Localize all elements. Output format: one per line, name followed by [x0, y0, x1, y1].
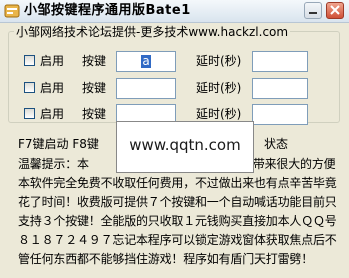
watermark-text: www.qqtn.com	[129, 136, 241, 154]
group-label: 小邹网络技术论坛提供-更多技术www.hackzl.com	[14, 25, 291, 39]
enable-checkbox-3[interactable]	[24, 108, 35, 119]
minimize-icon	[309, 12, 317, 14]
window-title: 小邹按键程序通用版Bate1	[24, 3, 191, 18]
client-area: 小邹网络技术论坛提供-更多技术www.hackzl.com 启用 按键 a 延时…	[0, 23, 349, 278]
tips-line-6: 管任何东西都不能够挡住游戏！程序如有盾门天打雷劈！	[18, 252, 314, 266]
key-input-2[interactable]	[116, 78, 176, 99]
delay-label-1: 延时(秒)	[196, 54, 242, 68]
key-input-1[interactable]: a	[116, 51, 176, 72]
delay-input-2[interactable]	[252, 78, 308, 99]
tips-line-1-start: 温馨提示：本	[18, 157, 89, 171]
key-row-1: 启用 按键 a 延时(秒)	[0, 51, 349, 73]
enable-checkbox-2[interactable]	[24, 82, 35, 93]
key-label-2: 按键	[82, 81, 107, 95]
key-label-1: 按键	[82, 54, 107, 68]
key-value-1: a	[141, 54, 151, 68]
tips-line-1-end: 带来很大的方便	[252, 157, 336, 171]
tips-line-2: 本软件完全免费不收取任何费用，不过做出来也有点辛苦毕竟	[18, 176, 337, 190]
tips-line-5: ８１８７２４９７忘记本程序可以锁定游戏窗体获取焦点后不	[18, 233, 337, 247]
watermark-overlay: www.qqtn.com	[116, 121, 254, 173]
minimize-button[interactable]	[304, 2, 322, 19]
close-button[interactable]	[326, 2, 344, 19]
key-label-3: 按键	[82, 107, 107, 121]
enable-label-1: 启用	[40, 54, 65, 68]
status-label: 状态	[264, 137, 289, 151]
enable-checkbox-1[interactable]	[24, 55, 35, 66]
tips-line-3: 花了时间！收费版可提供７个按键和一个自动喊话功能目前只	[18, 195, 337, 209]
hotkey-hint: F7键启动 F8键	[18, 137, 99, 151]
key-row-2: 启用 按键 延时(秒)	[0, 78, 349, 100]
delay-input-1[interactable]	[252, 51, 308, 72]
app-icon	[4, 4, 20, 18]
delay-label-3: 延时(秒)	[196, 107, 242, 121]
delay-label-2: 延时(秒)	[196, 81, 242, 95]
enable-label-3: 启用	[40, 107, 65, 121]
tips-line-4: 支持３个按键！全能版的只收取１元钱购买直接加本人ＱＱ号	[18, 214, 337, 228]
delay-input-3[interactable]	[252, 104, 308, 125]
title-bar: 小邹按键程序通用版Bate1	[0, 0, 349, 23]
close-icon	[330, 5, 340, 15]
enable-label-2: 启用	[40, 81, 65, 95]
